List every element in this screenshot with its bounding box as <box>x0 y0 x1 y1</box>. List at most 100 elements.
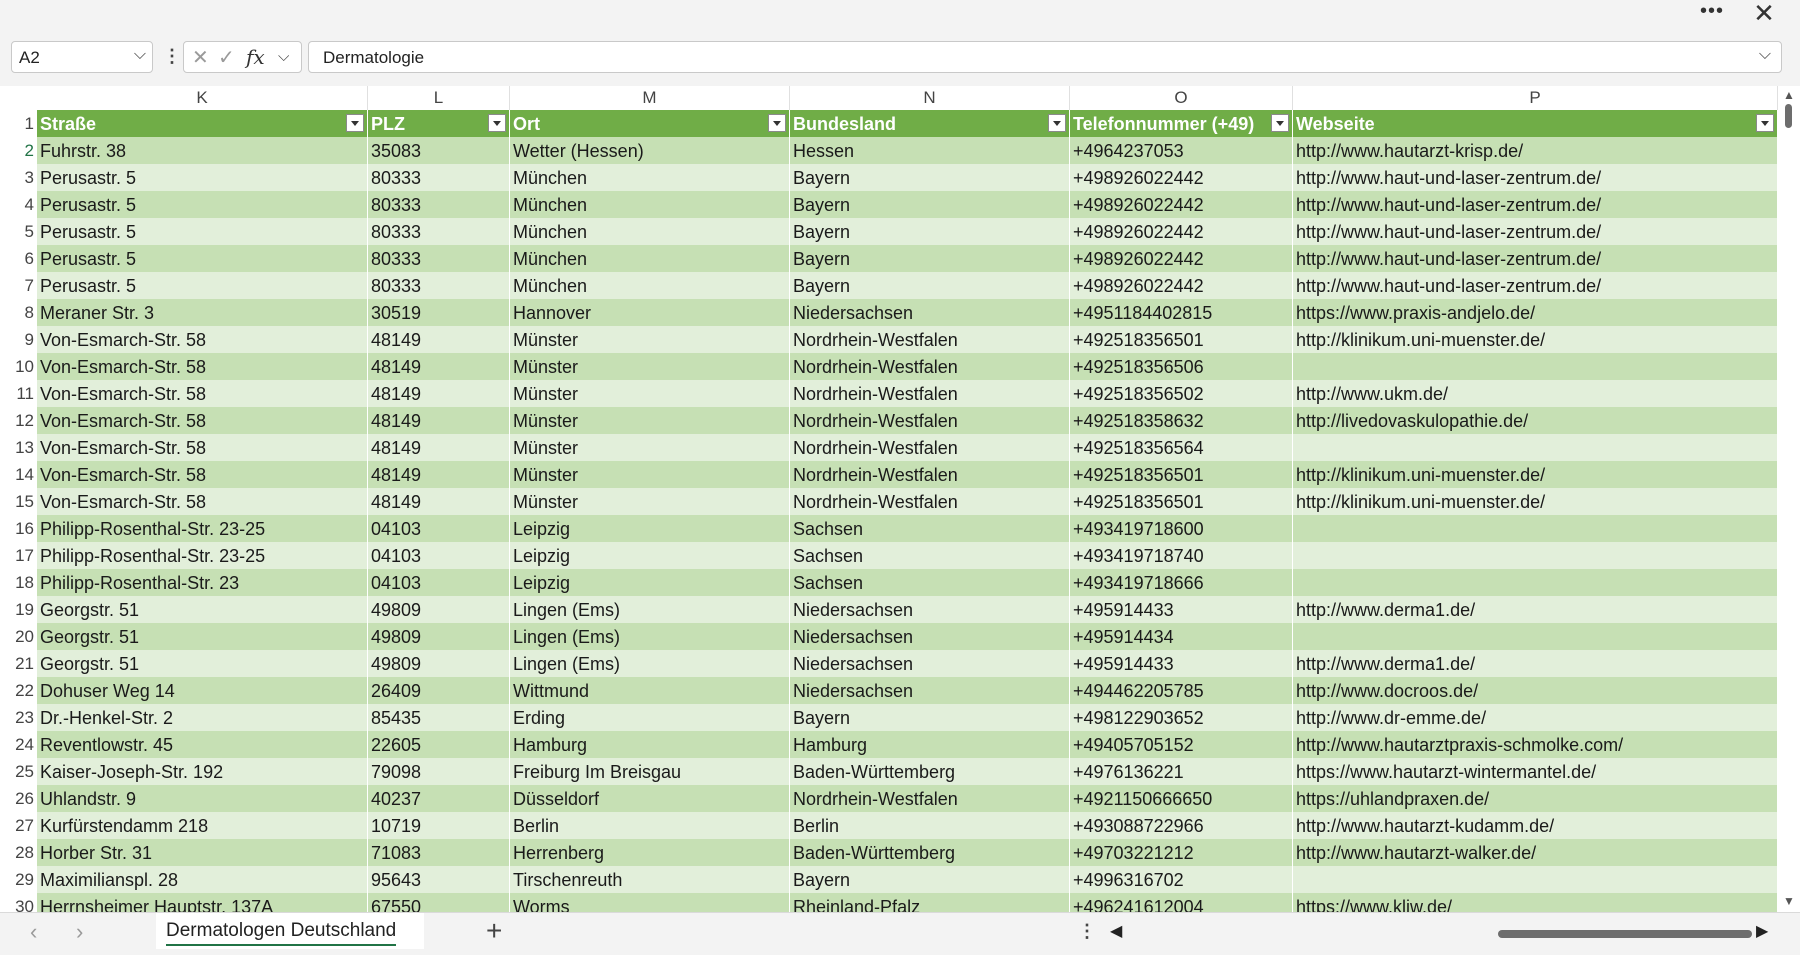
scroll-down-arrow-icon[interactable]: ▼ <box>1783 894 1795 908</box>
cell-plz[interactable]: 04103 <box>368 569 510 596</box>
cell-bundesland[interactable]: Hamburg <box>790 731 1070 758</box>
column-letter-k[interactable]: K <box>37 86 368 110</box>
cell-plz[interactable]: 49809 <box>368 650 510 677</box>
cell-telefon[interactable]: +496241612004 <box>1070 893 1293 912</box>
cell-ort[interactable]: Münster <box>510 380 790 407</box>
cell-ort[interactable]: Lingen (Ems) <box>510 650 790 677</box>
cell-plz[interactable]: 67550 <box>368 893 510 912</box>
row-number[interactable]: 17 <box>0 542 37 569</box>
cell-webseite[interactable]: http://www.derma1.de/ <box>1293 596 1778 623</box>
cell-strasse[interactable]: Kurfürstendamm 218 <box>37 812 368 839</box>
cell-ort[interactable]: München <box>510 164 790 191</box>
header-cell-plz[interactable]: PLZ <box>368 110 510 137</box>
row-number[interactable]: 12 <box>0 407 37 434</box>
row-number[interactable]: 29 <box>0 866 37 893</box>
cell-bundesland[interactable]: Nordrhein-Westfalen <box>790 785 1070 812</box>
cell-strasse[interactable]: Perusastr. 5 <box>37 245 368 272</box>
row-number[interactable]: 22 <box>0 677 37 704</box>
cell-plz[interactable]: 10719 <box>368 812 510 839</box>
cell-plz[interactable]: 95643 <box>368 866 510 893</box>
cell-bundesland[interactable]: Bayern <box>790 218 1070 245</box>
cell-bundesland[interactable]: Bayern <box>790 191 1070 218</box>
chevron-down-icon[interactable]: ⌵ <box>278 48 289 65</box>
cell-plz[interactable]: 80333 <box>368 272 510 299</box>
cell-telefon[interactable]: +498122903652 <box>1070 704 1293 731</box>
cell-ort[interactable]: Münster <box>510 407 790 434</box>
header-cell-bundesland[interactable]: Bundesland <box>790 110 1070 137</box>
cell-plz[interactable]: 35083 <box>368 137 510 164</box>
cell-bundesland[interactable]: Baden-Württemberg <box>790 758 1070 785</box>
row-number[interactable]: 24 <box>0 731 37 758</box>
tab-options-dots-icon[interactable]: ⋮ <box>1078 921 1096 942</box>
cell-ort[interactable]: Münster <box>510 488 790 515</box>
column-letter-m[interactable]: M <box>510 86 790 110</box>
cell-webseite[interactable]: http://livedovaskulopathie.de/ <box>1293 407 1778 434</box>
cell-strasse[interactable]: Von-Esmarch-Str. 58 <box>37 326 368 353</box>
row-number[interactable]: 21 <box>0 650 37 677</box>
cell-telefon[interactable]: +4964237053 <box>1070 137 1293 164</box>
header-cell-ort[interactable]: Ort <box>510 110 790 137</box>
cell-webseite[interactable]: http://www.hautarztpraxis-schmolke.com/ <box>1293 731 1778 758</box>
cell-plz[interactable]: 48149 <box>368 488 510 515</box>
cell-telefon[interactable]: +493419718666 <box>1070 569 1293 596</box>
cell-bundesland[interactable]: Nordrhein-Westfalen <box>790 353 1070 380</box>
header-cell-webseite[interactable]: Webseite <box>1293 110 1778 137</box>
cell-ort[interactable]: Worms <box>510 893 790 912</box>
row-number[interactable]: 11 <box>0 380 37 407</box>
cell-webseite[interactable]: http://www.haut-und-laser-zentrum.de/ <box>1293 218 1778 245</box>
cell-webseite[interactable]: http://www.hautarzt-walker.de/ <box>1293 839 1778 866</box>
cell-ort[interactable]: Wetter (Hessen) <box>510 137 790 164</box>
cell-strasse[interactable]: Herrnsheimer Hauptstr. 137A <box>37 893 368 912</box>
formula-input[interactable]: Dermatologie ⌵ <box>308 41 1782 73</box>
cell-telefon[interactable]: +492518356501 <box>1070 488 1293 515</box>
cell-plz[interactable]: 80333 <box>368 218 510 245</box>
cell-plz[interactable]: 48149 <box>368 380 510 407</box>
cell-telefon[interactable]: +492518356502 <box>1070 380 1293 407</box>
cell-bundesland[interactable]: Niedersachsen <box>790 299 1070 326</box>
cell-bundesland[interactable]: Niedersachsen <box>790 677 1070 704</box>
row-number[interactable]: 16 <box>0 515 37 542</box>
cell-plz[interactable]: 04103 <box>368 515 510 542</box>
cell-strasse[interactable]: Dohuser Weg 14 <box>37 677 368 704</box>
row-number[interactable]: 1 <box>0 110 37 137</box>
cell-strasse[interactable]: Uhlandstr. 9 <box>37 785 368 812</box>
cell-webseite[interactable]: http://www.hautarzt-kudamm.de/ <box>1293 812 1778 839</box>
row-number[interactable]: 27 <box>0 812 37 839</box>
checkmark-icon[interactable]: ✓ <box>218 45 235 70</box>
cell-ort[interactable]: Freiburg Im Breisgau <box>510 758 790 785</box>
cell-webseite[interactable]: http://www.haut-und-laser-zentrum.de/ <box>1293 191 1778 218</box>
cell-ort[interactable]: Hannover <box>510 299 790 326</box>
cell-strasse[interactable]: Philipp-Rosenthal-Str. 23-25 <box>37 515 368 542</box>
scroll-left-arrow-icon[interactable]: ◀ <box>1110 921 1122 941</box>
cell-ort[interactable]: Erding <box>510 704 790 731</box>
cell-plz[interactable]: 04103 <box>368 542 510 569</box>
cell-bundesland[interactable]: Nordrhein-Westfalen <box>790 326 1070 353</box>
scroll-right-arrow-icon[interactable]: ▶ <box>1756 921 1768 941</box>
cell-ort[interactable]: Münster <box>510 434 790 461</box>
cell-plz[interactable]: 26409 <box>368 677 510 704</box>
cell-telefon[interactable]: +495914434 <box>1070 623 1293 650</box>
row-number[interactable]: 26 <box>0 785 37 812</box>
cell-webseite[interactable] <box>1293 515 1778 542</box>
cell-telefon[interactable]: +493419718600 <box>1070 515 1293 542</box>
cell-webseite[interactable]: http://www.haut-und-laser-zentrum.de/ <box>1293 164 1778 191</box>
cell-webseite[interactable]: http://www.derma1.de/ <box>1293 650 1778 677</box>
cell-strasse[interactable]: Philipp-Rosenthal-Str. 23 <box>37 569 368 596</box>
cell-strasse[interactable]: Von-Esmarch-Str. 58 <box>37 434 368 461</box>
close-icon[interactable]: ✕ <box>1746 0 1782 28</box>
row-number[interactable]: 10 <box>0 353 37 380</box>
cell-ort[interactable]: Tirschenreuth <box>510 866 790 893</box>
cell-ort[interactable]: Lingen (Ems) <box>510 623 790 650</box>
filter-dropdown-icon[interactable] <box>1048 114 1066 132</box>
cell-plz[interactable]: 22605 <box>368 731 510 758</box>
expand-formula-chevron-icon[interactable]: ⌵ <box>1759 46 1771 64</box>
cell-strasse[interactable]: Georgstr. 51 <box>37 596 368 623</box>
cell-plz[interactable]: 48149 <box>368 353 510 380</box>
cell-ort[interactable]: München <box>510 191 790 218</box>
scroll-up-arrow-icon[interactable]: ▲ <box>1783 88 1795 102</box>
row-number[interactable]: 30 <box>0 893 37 912</box>
cell-telefon[interactable]: +498926022442 <box>1070 245 1293 272</box>
filter-dropdown-icon[interactable] <box>1756 114 1774 132</box>
cell-webseite[interactable] <box>1293 353 1778 380</box>
cell-ort[interactable]: Münster <box>510 461 790 488</box>
